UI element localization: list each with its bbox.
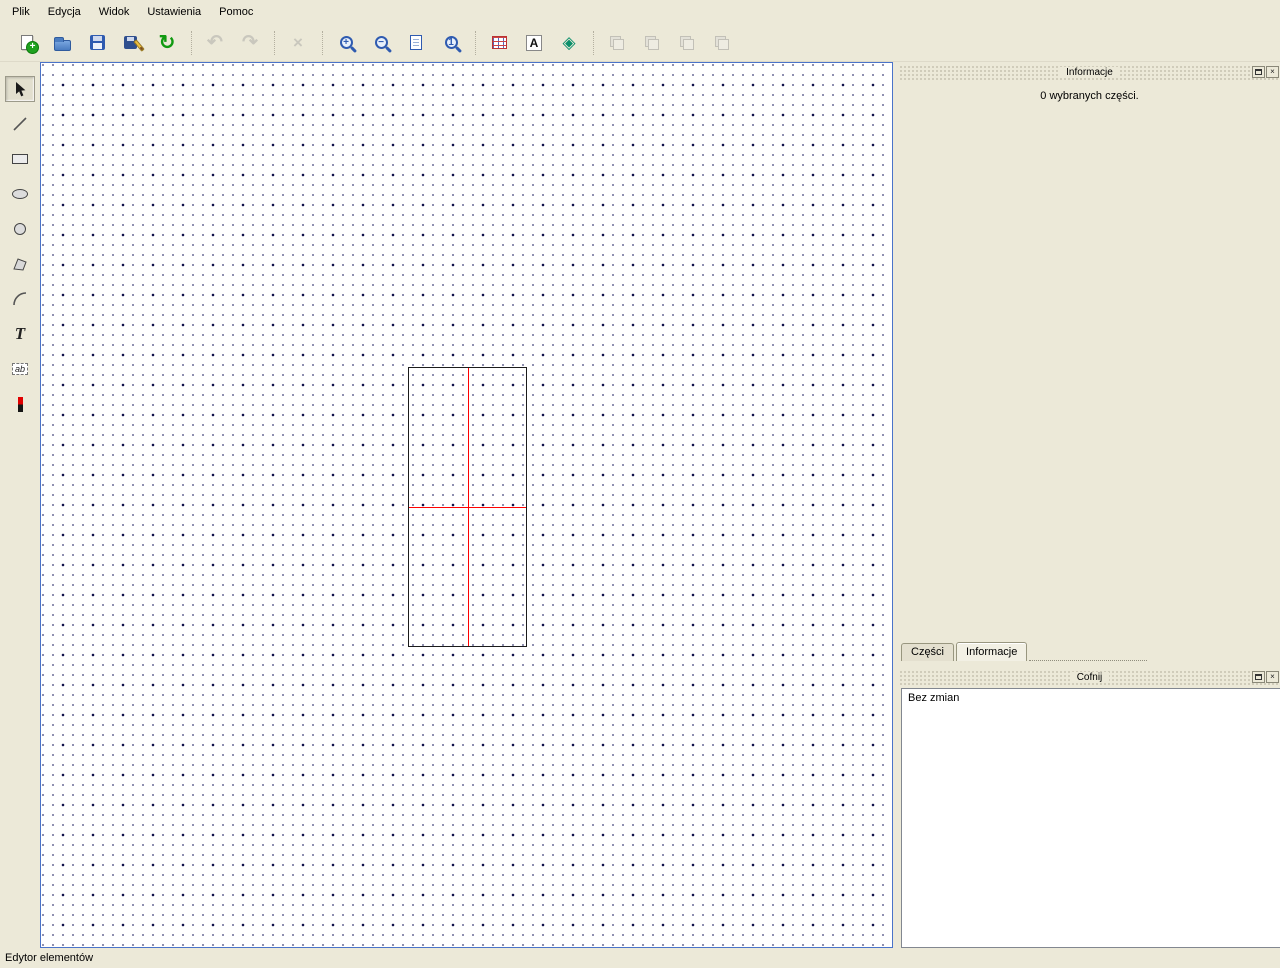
menu-widok[interactable]: Widok — [90, 2, 139, 22]
save-as-icon — [124, 34, 141, 51]
arc-icon — [12, 291, 28, 307]
text-field-icon: ab — [12, 363, 28, 375]
selection-info-message: 0 wybranych części. — [899, 80, 1280, 102]
select-tool-button[interactable] — [5, 76, 35, 102]
line-tool-button[interactable] — [5, 111, 35, 137]
redo-icon: ↷ — [242, 33, 258, 52]
bring-forward-icon — [679, 35, 695, 51]
zoom-reset-icon: 1 — [445, 36, 458, 49]
raise-button[interactable] — [603, 29, 631, 57]
float-icon — [1255, 69, 1262, 75]
right-dock-area: Informacje × 0 wybranych części. Części … — [899, 62, 1280, 948]
status-text: Edytor elementów — [5, 952, 93, 964]
text-field-tool-button[interactable]: ab — [5, 356, 35, 382]
drawing-canvas[interactable] — [40, 62, 893, 948]
undo-dock-titlebar[interactable]: Cofnij × — [899, 670, 1280, 685]
open-document-button[interactable] — [48, 29, 76, 57]
zoom-reset-button[interactable]: 1 — [437, 29, 465, 57]
circle-tool-button[interactable] — [5, 216, 35, 242]
delete-button[interactable]: × — [284, 29, 312, 57]
status-bar: Edytor elementów — [0, 948, 1280, 968]
main-area: T ab Informacje × 0 wybranych części. Cz… — [0, 62, 1280, 948]
redo-button[interactable]: ↷ — [236, 29, 264, 57]
close-icon: × — [1270, 68, 1275, 76]
info-dock-titlebar[interactable]: Informacje × — [899, 65, 1280, 80]
lower-button[interactable] — [638, 29, 666, 57]
text-a-icon: A — [526, 35, 542, 51]
polygon-tool-button[interactable] — [5, 251, 35, 277]
undo-history-list[interactable]: Bez zmian — [901, 688, 1280, 948]
open-folder-icon — [54, 40, 71, 51]
circle-icon — [14, 223, 26, 235]
text-t-icon: T — [15, 324, 25, 344]
tab-informacje[interactable]: Informacje — [956, 642, 1027, 661]
menu-edycja[interactable]: Edycja — [39, 2, 90, 22]
tool-palette: T ab — [0, 62, 40, 948]
terminal-icon — [18, 397, 23, 412]
raise-icon — [609, 35, 625, 51]
text-tool-button[interactable]: T — [5, 321, 35, 347]
menu-bar: Plik Edycja Widok Ustawienia Pomoc — [0, 0, 1280, 24]
float-icon — [1255, 674, 1262, 680]
send-backward-icon — [714, 35, 730, 51]
undo-dock-title: Cofnij — [1070, 672, 1110, 683]
ellipse-icon — [12, 189, 28, 199]
zoom-out-button[interactable]: − — [367, 29, 395, 57]
undo-dock: Cofnij × Bez zmian — [899, 667, 1280, 948]
hotspot-cross-horizontal — [409, 507, 526, 508]
new-document-button[interactable] — [13, 29, 41, 57]
zoom-fit-icon — [410, 35, 422, 50]
undo-dock-float-button[interactable] — [1252, 671, 1265, 683]
line-icon — [12, 116, 28, 132]
close-icon: × — [1270, 673, 1275, 681]
polygon-icon — [12, 257, 28, 272]
send-backward-button[interactable] — [708, 29, 736, 57]
arc-tool-button[interactable] — [5, 286, 35, 312]
edit-names-button[interactable] — [485, 29, 513, 57]
hotspot-target-icon: ◈ — [562, 34, 575, 51]
new-document-icon — [21, 35, 33, 50]
dock-tab-bar: Części Informacje — [899, 640, 1280, 661]
toolbar-separator — [274, 31, 275, 55]
undo-button[interactable]: ↶ — [201, 29, 229, 57]
menu-pomoc[interactable]: Pomoc — [210, 2, 262, 22]
undo-dock-close-button[interactable]: × — [1266, 671, 1279, 683]
rectangle-tool-button[interactable] — [5, 146, 35, 172]
info-dock-title: Informacje — [1059, 67, 1120, 78]
tab-czesci[interactable]: Części — [901, 643, 954, 661]
names-grid-icon — [492, 36, 507, 49]
toolbar-separator — [593, 31, 594, 55]
lower-icon — [644, 35, 660, 51]
edit-texts-button[interactable]: A — [520, 29, 548, 57]
toolbar-separator — [191, 31, 192, 55]
undo-icon: ↶ — [207, 33, 223, 52]
save-icon — [90, 35, 105, 50]
main-toolbar: ↻ ↶ ↷ × + − 1 A ◈ — [0, 24, 1280, 62]
bring-forward-button[interactable] — [673, 29, 701, 57]
delete-icon: × — [293, 34, 303, 51]
element-outline[interactable] — [408, 367, 527, 647]
info-dock-float-button[interactable] — [1252, 66, 1265, 78]
edit-hotspot-button[interactable]: ◈ — [555, 29, 583, 57]
info-dock-close-button[interactable]: × — [1266, 66, 1279, 78]
save-button[interactable] — [83, 29, 111, 57]
zoom-fit-button[interactable] — [402, 29, 430, 57]
menu-plik[interactable]: Plik — [3, 2, 39, 22]
info-dock: Informacje × 0 wybranych części. Części … — [899, 62, 1280, 661]
rectangle-icon — [12, 154, 28, 164]
reload-icon: ↻ — [159, 33, 176, 53]
zoom-in-button[interactable]: + — [332, 29, 360, 57]
terminal-tool-button[interactable] — [5, 391, 35, 417]
save-as-button[interactable] — [118, 29, 146, 57]
reload-button[interactable]: ↻ — [153, 29, 181, 57]
zoom-in-icon: + — [340, 36, 353, 49]
zoom-out-icon: − — [375, 36, 388, 49]
cursor-arrow-icon — [14, 81, 27, 98]
toolbar-separator — [322, 31, 323, 55]
ellipse-tool-button[interactable] — [5, 181, 35, 207]
undo-history-item[interactable]: Bez zmian — [905, 691, 1277, 705]
menu-ustawienia[interactable]: Ustawienia — [138, 2, 210, 22]
toolbar-separator — [475, 31, 476, 55]
